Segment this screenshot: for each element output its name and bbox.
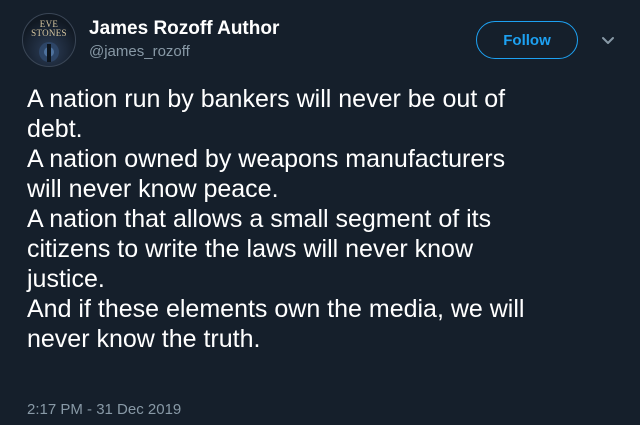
tweet-text-line: debt. [27, 115, 83, 143]
tweet-text: A nation run by bankers will never be ou… [27, 84, 627, 354]
avatar-text: EVE STONES [31, 19, 67, 38]
tweet-text-line: A nation owned by weapons manufacturers [27, 145, 506, 173]
tweet-timestamp[interactable]: 2:17 PM - 31 Dec 2019 [27, 401, 181, 418]
tweet-card: EVE STONES James Rozoff Author @james_ro… [0, 0, 640, 425]
author-handle[interactable]: @james_rozoff [89, 43, 190, 60]
tweet-text-line: And if these elements own the media, we … [27, 295, 525, 323]
tweet-text-line: A nation run by bankers will never be ou… [27, 85, 506, 113]
chevron-down-icon[interactable] [598, 30, 618, 50]
tweet-text-line: citizens to write the laws will never kn… [27, 235, 473, 263]
follow-button[interactable]: Follow [476, 21, 578, 59]
author-display-name[interactable]: James Rozoff Author [89, 18, 279, 40]
tweet-text-line: A nation that allows a small segment of … [27, 205, 492, 233]
tweet-text-line: will never know peace. [27, 175, 279, 203]
tweet-text-line: justice. [27, 265, 105, 293]
tweet-text-line: never know the truth. [27, 325, 261, 353]
avatar[interactable]: EVE STONES [22, 13, 76, 67]
